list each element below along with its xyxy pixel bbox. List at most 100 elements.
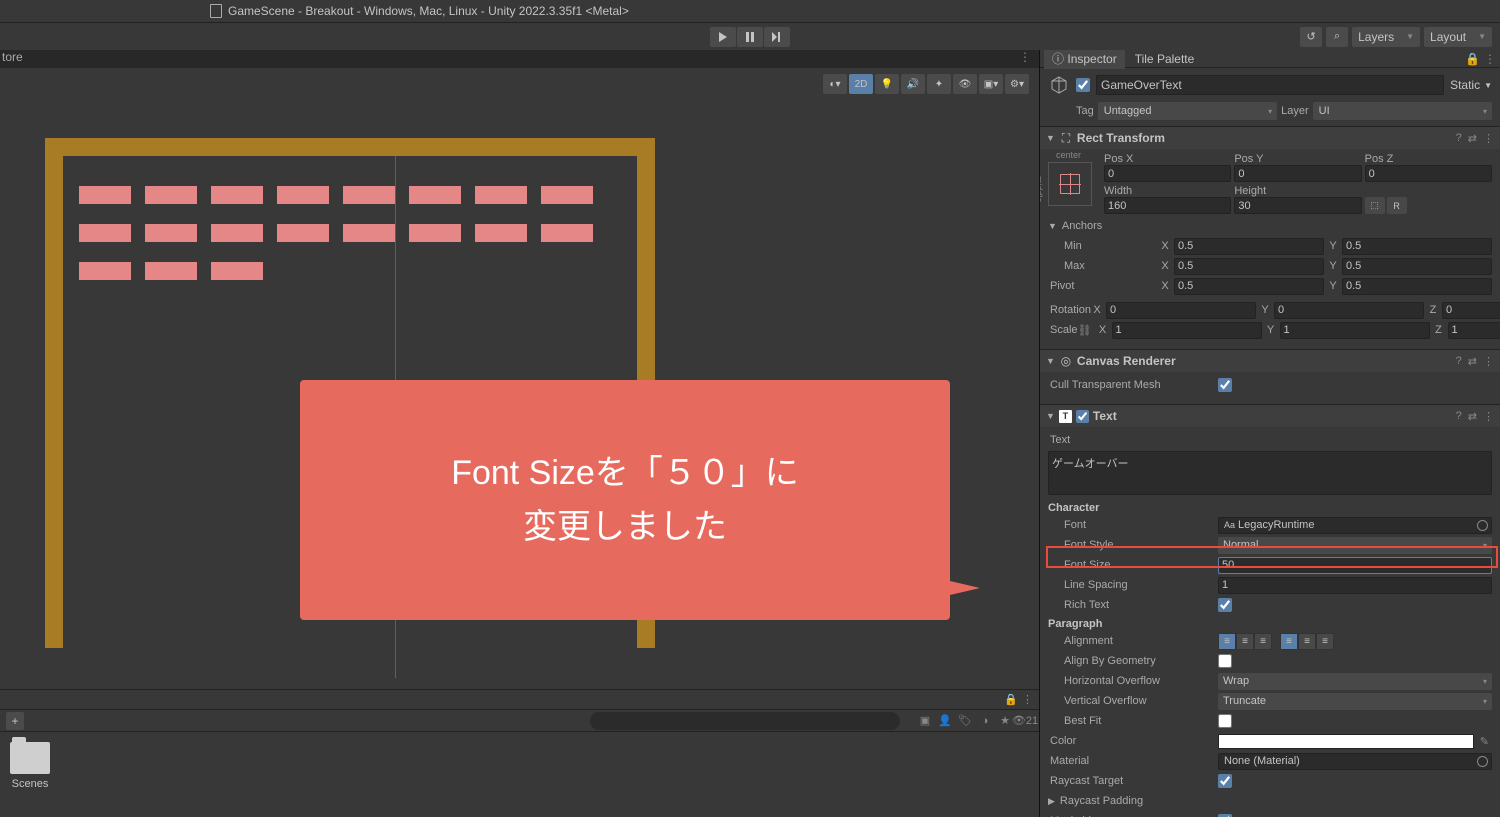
- anchor-preset-button[interactable]: [1048, 162, 1092, 206]
- folder-scenes[interactable]: Scenes: [0, 732, 60, 800]
- search-icon[interactable]: ⌕: [1326, 27, 1348, 47]
- raw-edit-button[interactable]: R: [1387, 197, 1407, 214]
- rect-transform-header[interactable]: ▼ ⛶ Rect Transform ?⇄⋮: [1040, 127, 1500, 149]
- preset-icon[interactable]: ⇄: [1468, 410, 1477, 423]
- align-bottom-button[interactable]: ≡: [1316, 633, 1334, 650]
- lighting-toggle-icon[interactable]: 💡: [875, 74, 899, 94]
- undo-history-icon[interactable]: ↺: [1300, 27, 1322, 47]
- anchor-max-x-input[interactable]: [1174, 258, 1324, 275]
- scale-x-input[interactable]: [1112, 322, 1262, 339]
- tag-label: Tag: [1076, 105, 1094, 117]
- anchor-min-x-input[interactable]: [1174, 238, 1324, 255]
- font-field[interactable]: AaLegacyRuntime: [1218, 517, 1492, 534]
- static-dropdown[interactable]: Static ▼: [1450, 78, 1492, 92]
- align-middle-button[interactable]: ≡: [1298, 633, 1316, 650]
- pivot-y-input[interactable]: [1342, 278, 1492, 295]
- filter-icon[interactable]: ▣: [917, 713, 933, 729]
- text-enabled-checkbox[interactable]: [1076, 410, 1089, 423]
- panel-menu-icon[interactable]: ⋮: [1022, 693, 1033, 706]
- layer-dropdown[interactable]: UI: [1313, 102, 1492, 120]
- 2d-toggle[interactable]: 2D: [849, 74, 873, 94]
- hidden-toggle-icon[interactable]: 👁: [953, 74, 977, 94]
- blueprint-mode-button[interactable]: ⬚: [1365, 197, 1385, 214]
- store-tab[interactable]: tore⋮: [0, 50, 1039, 68]
- tag-dropdown[interactable]: Untagged: [1098, 102, 1277, 120]
- rich-text-checkbox[interactable]: [1218, 598, 1232, 612]
- layers-dropdown[interactable]: Layers▼: [1352, 27, 1420, 47]
- add-button[interactable]: +: [6, 712, 24, 730]
- label-icon[interactable]: 🏷: [957, 713, 973, 729]
- lock-icon[interactable]: 🔒: [1465, 52, 1480, 66]
- pivot-x-input[interactable]: [1174, 278, 1324, 295]
- font-size-input[interactable]: [1218, 557, 1492, 574]
- material-field[interactable]: None (Material): [1218, 753, 1492, 770]
- rot-x-input[interactable]: [1106, 302, 1256, 319]
- cull-transparent-mesh-checkbox[interactable]: [1218, 378, 1232, 392]
- line-spacing-input[interactable]: [1218, 577, 1492, 594]
- play-toolbar: ↺ ⌕ Layers▼ Layout▼: [0, 22, 1500, 50]
- gizmos-toggle-icon[interactable]: ⚙▾: [1005, 74, 1029, 94]
- scale-link-icon[interactable]: ⛓: [1078, 324, 1092, 337]
- align-center-button[interactable]: ≡: [1236, 633, 1254, 650]
- lock-icon[interactable]: 🔒: [1004, 693, 1018, 706]
- step-button[interactable]: [764, 27, 790, 47]
- gameobject-icon[interactable]: [1048, 74, 1070, 96]
- font-style-dropdown[interactable]: Normal: [1218, 537, 1492, 554]
- align-left-button[interactable]: ≡: [1218, 633, 1236, 650]
- anchor-min-y-input[interactable]: [1342, 238, 1492, 255]
- align-geometry-checkbox[interactable]: [1218, 654, 1232, 668]
- canvas-renderer-header[interactable]: ▼ ◎ Canvas Renderer ?⇄⋮: [1040, 350, 1500, 372]
- title-bar: GameScene - Breakout - Windows, Mac, Lin…: [0, 0, 1500, 22]
- align-right-button[interactable]: ≡: [1254, 633, 1272, 650]
- height-input[interactable]: [1234, 197, 1361, 214]
- project-search[interactable]: [590, 712, 900, 730]
- object-picker-icon[interactable]: [1477, 520, 1488, 531]
- text-value-textarea[interactable]: [1048, 451, 1492, 495]
- layout-dropdown[interactable]: Layout▼: [1424, 27, 1492, 47]
- color-field[interactable]: ✎: [1218, 734, 1474, 749]
- best-fit-checkbox[interactable]: [1218, 714, 1232, 728]
- width-input[interactable]: [1104, 197, 1231, 214]
- star-icon[interactable]: ★: [997, 713, 1013, 729]
- help-icon[interactable]: ?: [1456, 410, 1462, 423]
- align-top-button[interactable]: ≡: [1280, 633, 1298, 650]
- type-icon[interactable]: ◑: [977, 713, 993, 729]
- pause-button[interactable]: [737, 27, 763, 47]
- pos-x-input[interactable]: [1104, 165, 1231, 182]
- menu-icon[interactable]: ⋮: [1483, 410, 1494, 423]
- hidden-count[interactable]: 👁21: [1017, 713, 1033, 729]
- object-picker-icon[interactable]: [1477, 756, 1488, 767]
- pos-y-input[interactable]: [1234, 165, 1361, 182]
- gameobject-name-input[interactable]: [1096, 75, 1444, 95]
- pos-z-input[interactable]: [1365, 165, 1492, 182]
- inspector-tab[interactable]: ⓘ Inspector: [1044, 50, 1125, 69]
- anchor-max-y-input[interactable]: [1342, 258, 1492, 275]
- folder-label: Scenes: [12, 778, 49, 790]
- fx-toggle-icon[interactable]: ✦: [927, 74, 951, 94]
- camera-toggle-icon[interactable]: ▣▾: [979, 74, 1003, 94]
- preset-icon[interactable]: ⇄: [1468, 132, 1477, 145]
- help-icon[interactable]: ?: [1456, 132, 1462, 145]
- play-button[interactable]: [710, 27, 736, 47]
- vertical-overflow-dropdown[interactable]: Truncate: [1218, 693, 1492, 710]
- shading-mode-dropdown[interactable]: ◐▾: [823, 74, 847, 94]
- eyedropper-icon[interactable]: ✎: [1480, 735, 1489, 748]
- raycast-target-checkbox[interactable]: [1218, 774, 1232, 788]
- rot-y-input[interactable]: [1274, 302, 1424, 319]
- search-input[interactable]: [590, 712, 900, 730]
- menu-icon[interactable]: ⋮: [1483, 132, 1494, 145]
- menu-icon[interactable]: ⋮: [1483, 355, 1494, 368]
- help-icon[interactable]: ?: [1456, 355, 1462, 368]
- horizontal-overflow-dropdown[interactable]: Wrap: [1218, 673, 1492, 690]
- scale-y-input[interactable]: [1280, 322, 1430, 339]
- rot-z-input[interactable]: [1442, 302, 1500, 319]
- scale-z-input[interactable]: [1448, 322, 1500, 339]
- preset-icon[interactable]: ⇄: [1468, 355, 1477, 368]
- tile-palette-tab[interactable]: Tile Palette: [1127, 50, 1203, 68]
- gameobject-active-checkbox[interactable]: [1076, 78, 1090, 92]
- text-component-header[interactable]: ▼ T Text ?⇄⋮: [1040, 405, 1500, 427]
- audio-toggle-icon[interactable]: 🔊: [901, 74, 925, 94]
- favorite-icon[interactable]: 👤: [937, 713, 953, 729]
- panel-menu-icon[interactable]: ⋮: [1484, 52, 1496, 66]
- panel-menu-icon[interactable]: ⋮: [1019, 50, 1031, 64]
